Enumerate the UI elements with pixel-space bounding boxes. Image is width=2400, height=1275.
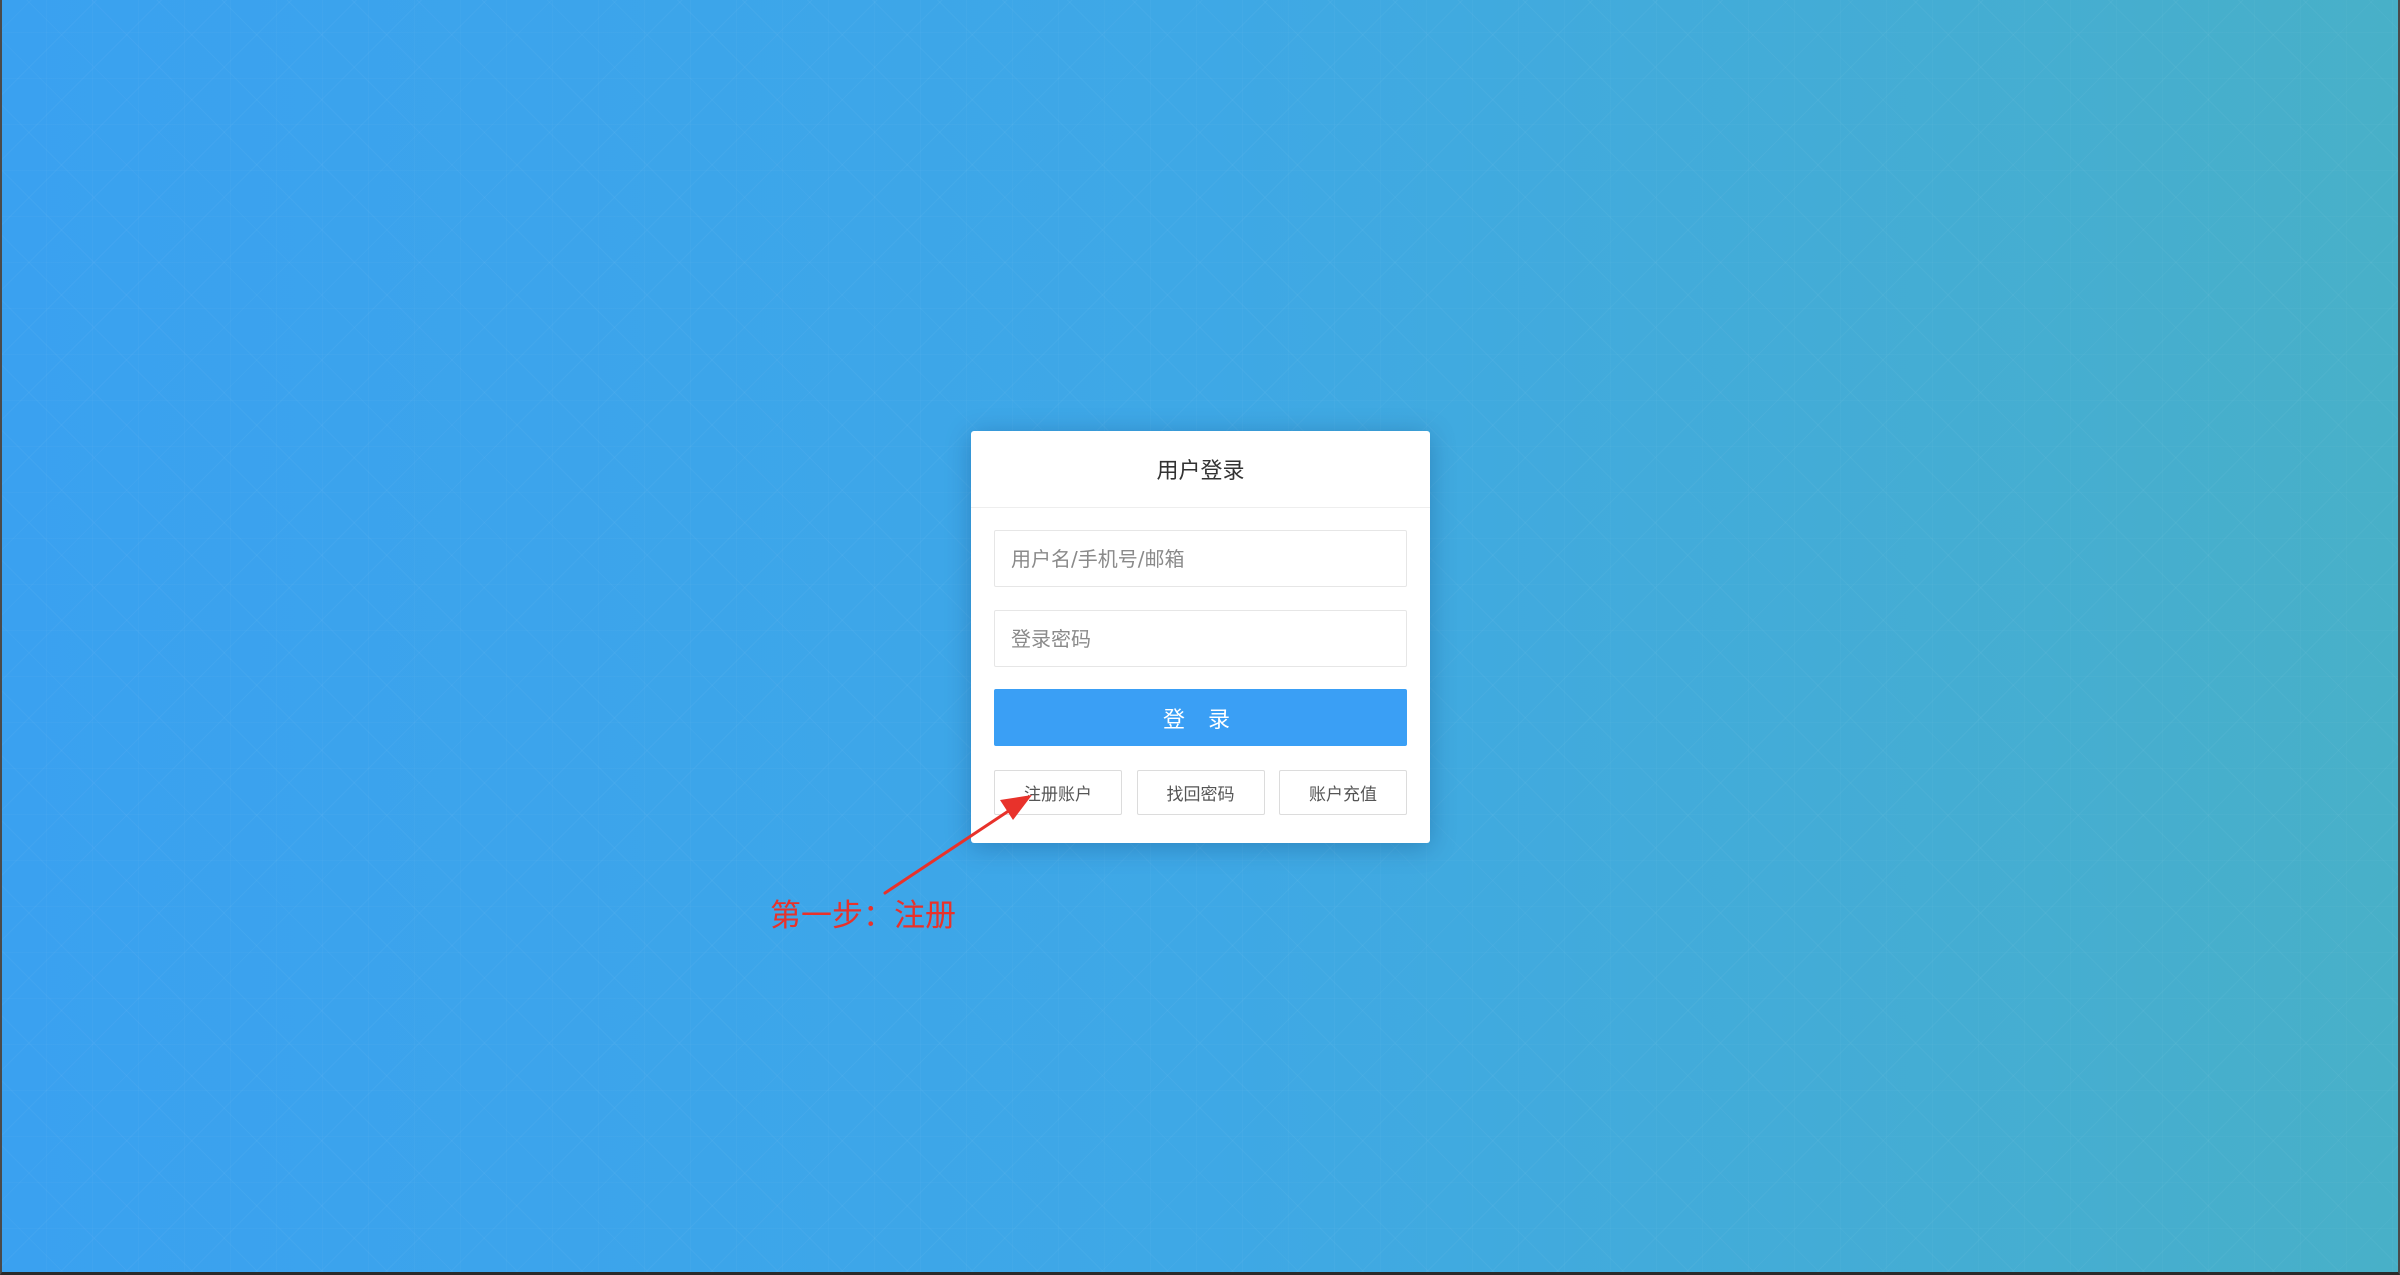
secondary-actions: 注册账户 找回密码 账户充值	[994, 770, 1407, 815]
register-button[interactable]: 注册账户	[994, 770, 1122, 815]
password-input[interactable]	[994, 610, 1407, 667]
annotation-label: 第一步：注册	[770, 898, 956, 934]
login-form: 登 录 注册账户 找回密码 账户充值	[971, 530, 1430, 815]
login-title: 用户登录	[971, 431, 1430, 508]
login-card: 用户登录 登 录 注册账户 找回密码 账户充值	[971, 431, 1430, 843]
username-input[interactable]	[994, 530, 1407, 587]
login-button[interactable]: 登 录	[994, 689, 1407, 746]
recover-password-button[interactable]: 找回密码	[1136, 770, 1265, 815]
recharge-button[interactable]: 账户充值	[1279, 770, 1407, 815]
